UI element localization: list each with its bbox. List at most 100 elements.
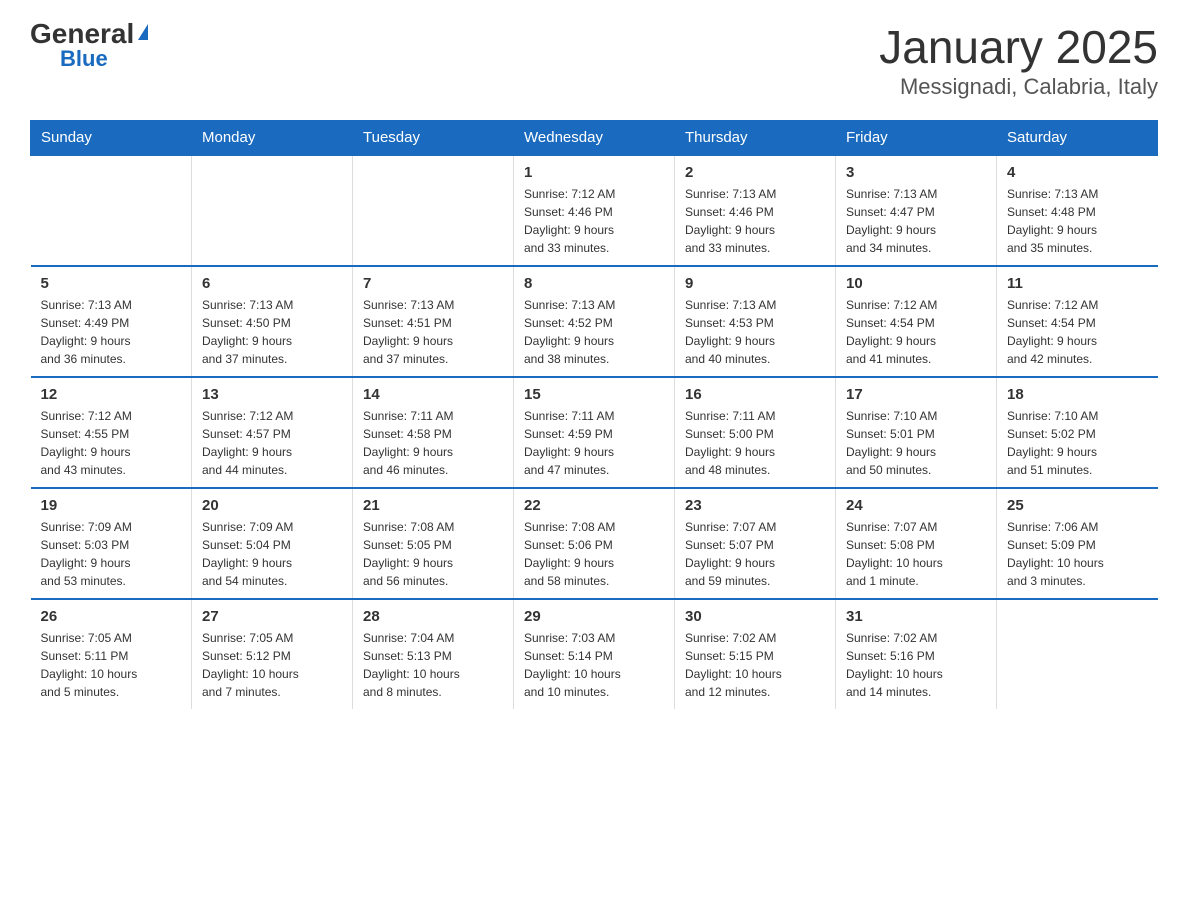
calendar-cell: 15 Sunrise: 7:11 AM Sunset: 4:59 PM Dayli… bbox=[514, 377, 675, 488]
calendar-cell: 8Sunrise: 7:13 AM Sunset: 4:52 PM Daylig… bbox=[514, 266, 675, 377]
calendar-cell: 29Sunrise: 7:03 AM Sunset: 5:14 PM Dayli… bbox=[514, 599, 675, 709]
day-number: 25 bbox=[1007, 497, 1148, 514]
calendar-cell: 2 Sunrise: 7:13 AM Sunset: 4:46 PM Daylig… bbox=[675, 155, 836, 266]
day-info: Sunrise: 7:13 AM Sunset: 4:53 PM Dayligh… bbox=[685, 296, 825, 368]
day-info: Sunrise: 7:08 AM Sunset: 5:06 PM Dayligh… bbox=[524, 518, 664, 590]
day-info: Sunrise: 7:07 AM Sunset: 5:07 PM Dayligh… bbox=[685, 518, 825, 590]
logo-triangle-icon bbox=[138, 24, 148, 40]
calendar-cell: 13Sunrise: 7:12 AM Sunset: 4:57 PM Dayli… bbox=[192, 377, 353, 488]
calendar-cell bbox=[353, 155, 514, 266]
calendar-cell: 24Sunrise: 7:07 AM Sunset: 5:08 PM Dayli… bbox=[836, 488, 997, 599]
day-number: 26 bbox=[41, 608, 182, 625]
calendar-cell: 16Sunrise: 7:11 AM Sunset: 5:00 PM Dayli… bbox=[675, 377, 836, 488]
day-info: Sunrise: 7:13 AM Sunset: 4:51 PM Dayligh… bbox=[363, 296, 503, 368]
calendar-cell: 28 Sunrise: 7:04 AM Sunset: 5:13 PM Dayli… bbox=[353, 599, 514, 709]
day-number: 8 bbox=[524, 275, 664, 292]
weekday-header-wednesday: Wednesday bbox=[514, 121, 675, 156]
weekday-header-row: SundayMondayTuesdayWednesdayThursdayFrid… bbox=[31, 121, 1158, 156]
logo-general-text: General bbox=[30, 20, 134, 48]
weekday-header-monday: Monday bbox=[192, 121, 353, 156]
weekday-header-sunday: Sunday bbox=[31, 121, 192, 156]
day-number: 1 bbox=[524, 164, 664, 181]
calendar-cell: 11Sunrise: 7:12 AM Sunset: 4:54 PM Dayli… bbox=[997, 266, 1158, 377]
calendar-cell bbox=[192, 155, 353, 266]
day-number: 18 bbox=[1007, 386, 1148, 403]
calendar-cell: 27 Sunrise: 7:05 AM Sunset: 5:12 PM Dayli… bbox=[192, 599, 353, 709]
calendar-cell: 22 Sunrise: 7:08 AM Sunset: 5:06 PM Dayli… bbox=[514, 488, 675, 599]
calendar-week-row: 12Sunrise: 7:12 AM Sunset: 4:55 PM Dayli… bbox=[31, 377, 1158, 488]
day-info: Sunrise: 7:12 AM Sunset: 4:46 PM Dayligh… bbox=[524, 185, 664, 257]
calendar-body: 1 Sunrise: 7:12 AM Sunset: 4:46 PM Daylig… bbox=[31, 155, 1158, 709]
calendar-cell: 3Sunrise: 7:13 AM Sunset: 4:47 PM Daylig… bbox=[836, 155, 997, 266]
calendar-cell: 26 Sunrise: 7:05 AM Sunset: 5:11 PM Dayli… bbox=[31, 599, 192, 709]
calendar-week-row: 5 Sunrise: 7:13 AM Sunset: 4:49 PM Daylig… bbox=[31, 266, 1158, 377]
day-number: 5 bbox=[41, 275, 182, 292]
day-number: 12 bbox=[41, 386, 182, 403]
calendar-cell: 30 Sunrise: 7:02 AM Sunset: 5:15 PM Dayli… bbox=[675, 599, 836, 709]
weekday-header-saturday: Saturday bbox=[997, 121, 1158, 156]
day-info: Sunrise: 7:09 AM Sunset: 5:03 PM Dayligh… bbox=[41, 518, 182, 590]
calendar-cell: 10 Sunrise: 7:12 AM Sunset: 4:54 PM Dayli… bbox=[836, 266, 997, 377]
day-info: Sunrise: 7:12 AM Sunset: 4:54 PM Dayligh… bbox=[846, 296, 986, 368]
day-number: 7 bbox=[363, 275, 503, 292]
day-info: Sunrise: 7:13 AM Sunset: 4:46 PM Dayligh… bbox=[685, 185, 825, 257]
calendar-cell: 23Sunrise: 7:07 AM Sunset: 5:07 PM Dayli… bbox=[675, 488, 836, 599]
page-header: General Blue January 2025 Messignadi, Ca… bbox=[30, 20, 1158, 100]
calendar-cell bbox=[997, 599, 1158, 709]
calendar-week-row: 1 Sunrise: 7:12 AM Sunset: 4:46 PM Daylig… bbox=[31, 155, 1158, 266]
calendar-table: SundayMondayTuesdayWednesdayThursdayFrid… bbox=[30, 120, 1158, 709]
calendar-cell bbox=[31, 155, 192, 266]
calendar-cell: 4Sunrise: 7:13 AM Sunset: 4:48 PM Daylig… bbox=[997, 155, 1158, 266]
day-number: 22 bbox=[524, 497, 664, 514]
calendar-cell: 1 Sunrise: 7:12 AM Sunset: 4:46 PM Daylig… bbox=[514, 155, 675, 266]
day-info: Sunrise: 7:13 AM Sunset: 4:48 PM Dayligh… bbox=[1007, 185, 1148, 257]
calendar-cell: 9 Sunrise: 7:13 AM Sunset: 4:53 PM Daylig… bbox=[675, 266, 836, 377]
day-number: 2 bbox=[685, 164, 825, 181]
day-info: Sunrise: 7:03 AM Sunset: 5:14 PM Dayligh… bbox=[524, 629, 664, 701]
day-number: 9 bbox=[685, 275, 825, 292]
day-info: Sunrise: 7:09 AM Sunset: 5:04 PM Dayligh… bbox=[202, 518, 342, 590]
day-info: Sunrise: 7:05 AM Sunset: 5:11 PM Dayligh… bbox=[41, 629, 182, 701]
day-number: 19 bbox=[41, 497, 182, 514]
day-info: Sunrise: 7:13 AM Sunset: 4:50 PM Dayligh… bbox=[202, 296, 342, 368]
day-number: 15 bbox=[524, 386, 664, 403]
day-number: 28 bbox=[363, 608, 503, 625]
logo: General Blue bbox=[30, 20, 148, 70]
day-info: Sunrise: 7:07 AM Sunset: 5:08 PM Dayligh… bbox=[846, 518, 986, 590]
day-info: Sunrise: 7:13 AM Sunset: 4:49 PM Dayligh… bbox=[41, 296, 182, 368]
logo-blue-text: Blue bbox=[60, 48, 108, 70]
day-number: 14 bbox=[363, 386, 503, 403]
weekday-header-tuesday: Tuesday bbox=[353, 121, 514, 156]
calendar-week-row: 26 Sunrise: 7:05 AM Sunset: 5:11 PM Dayli… bbox=[31, 599, 1158, 709]
day-info: Sunrise: 7:06 AM Sunset: 5:09 PM Dayligh… bbox=[1007, 518, 1148, 590]
calendar-week-row: 19 Sunrise: 7:09 AM Sunset: 5:03 PM Dayli… bbox=[31, 488, 1158, 599]
day-info: Sunrise: 7:04 AM Sunset: 5:13 PM Dayligh… bbox=[363, 629, 503, 701]
calendar-header: SundayMondayTuesdayWednesdayThursdayFrid… bbox=[31, 121, 1158, 156]
weekday-header-friday: Friday bbox=[836, 121, 997, 156]
day-info: Sunrise: 7:02 AM Sunset: 5:16 PM Dayligh… bbox=[846, 629, 986, 701]
day-info: Sunrise: 7:02 AM Sunset: 5:15 PM Dayligh… bbox=[685, 629, 825, 701]
calendar-cell: 12Sunrise: 7:12 AM Sunset: 4:55 PM Dayli… bbox=[31, 377, 192, 488]
day-info: Sunrise: 7:08 AM Sunset: 5:05 PM Dayligh… bbox=[363, 518, 503, 590]
calendar-cell: 18 Sunrise: 7:10 AM Sunset: 5:02 PM Dayli… bbox=[997, 377, 1158, 488]
title-area: January 2025 Messignadi, Calabria, Italy bbox=[879, 20, 1158, 100]
day-info: Sunrise: 7:10 AM Sunset: 5:02 PM Dayligh… bbox=[1007, 407, 1148, 479]
calendar-cell: 25 Sunrise: 7:06 AM Sunset: 5:09 PM Dayli… bbox=[997, 488, 1158, 599]
calendar-cell: 17Sunrise: 7:10 AM Sunset: 5:01 PM Dayli… bbox=[836, 377, 997, 488]
calendar-cell: 5 Sunrise: 7:13 AM Sunset: 4:49 PM Daylig… bbox=[31, 266, 192, 377]
day-info: Sunrise: 7:11 AM Sunset: 4:59 PM Dayligh… bbox=[524, 407, 664, 479]
day-number: 17 bbox=[846, 386, 986, 403]
day-number: 27 bbox=[202, 608, 342, 625]
day-info: Sunrise: 7:05 AM Sunset: 5:12 PM Dayligh… bbox=[202, 629, 342, 701]
day-number: 3 bbox=[846, 164, 986, 181]
calendar-cell: 14Sunrise: 7:11 AM Sunset: 4:58 PM Dayli… bbox=[353, 377, 514, 488]
calendar-cell: 20 Sunrise: 7:09 AM Sunset: 5:04 PM Dayli… bbox=[192, 488, 353, 599]
day-number: 10 bbox=[846, 275, 986, 292]
location-subtitle: Messignadi, Calabria, Italy bbox=[879, 74, 1158, 100]
day-number: 20 bbox=[202, 497, 342, 514]
day-number: 11 bbox=[1007, 275, 1148, 292]
calendar-cell: 21Sunrise: 7:08 AM Sunset: 5:05 PM Dayli… bbox=[353, 488, 514, 599]
month-title: January 2025 bbox=[879, 20, 1158, 74]
day-info: Sunrise: 7:12 AM Sunset: 4:57 PM Dayligh… bbox=[202, 407, 342, 479]
day-number: 30 bbox=[685, 608, 825, 625]
